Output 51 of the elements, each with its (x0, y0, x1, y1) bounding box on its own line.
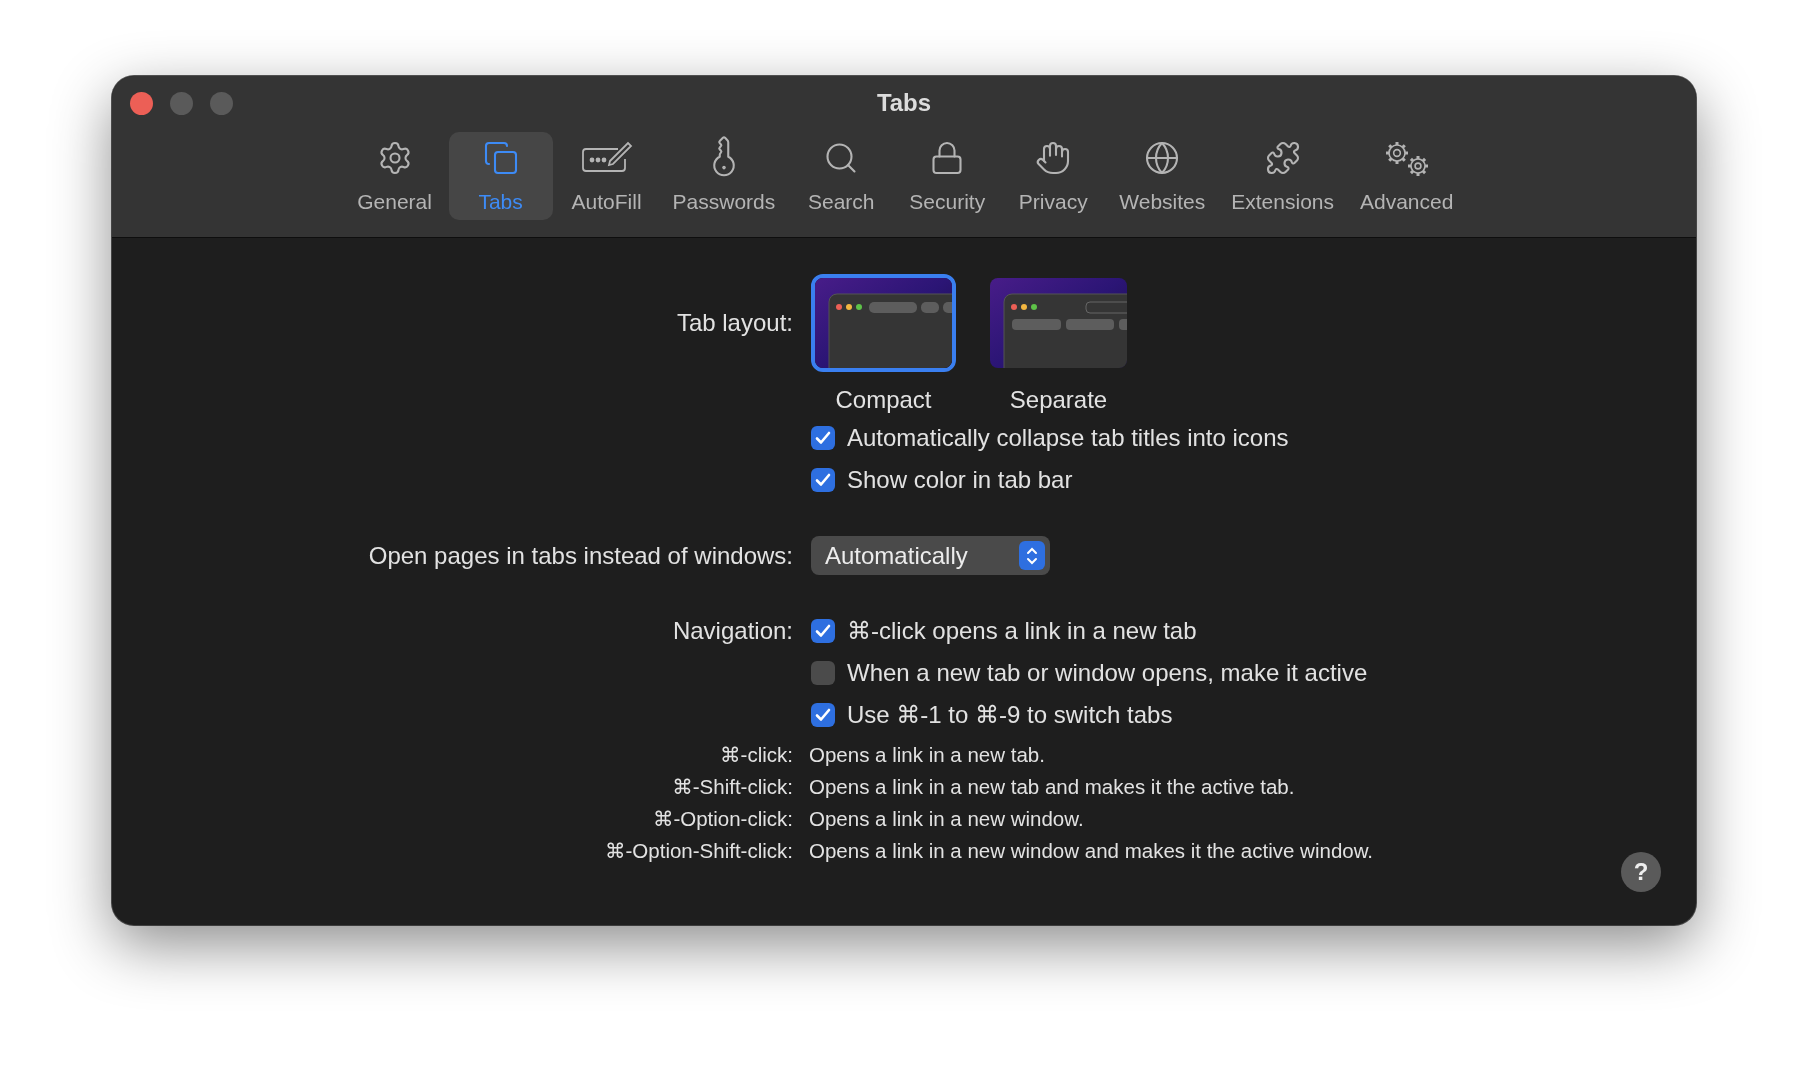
checkbox-option[interactable]: Automatically collapse tab titles into icons (811, 424, 1696, 452)
globe-icon (1144, 140, 1181, 176)
hand-icon (1035, 140, 1072, 176)
option-label: When a new tab or window opens, make it active (847, 659, 1368, 687)
help-button[interactable]: ? (1621, 852, 1661, 892)
layout-label: Separate (1009, 386, 1108, 414)
layout-label: Compact (835, 386, 932, 414)
checkbox[interactable] (811, 468, 835, 492)
checkbox-option[interactable]: When a new tab or window opens, make it active (811, 659, 1696, 687)
checkbox-option[interactable]: ⌘-click opens a link in a new tab (811, 617, 1696, 645)
stepper-icon (1019, 541, 1045, 570)
option-label: Show color in tab bar (847, 466, 1073, 494)
field-label: Navigation: (671, 617, 793, 645)
puzzle-icon (1264, 140, 1301, 176)
layout-preview[interactable] (811, 274, 956, 372)
option-label: Automatically collapse tab titles into icons (847, 424, 1289, 452)
shortcut-description: Opens a link in a new tab. (809, 743, 1046, 767)
toolbar-tab[interactable]: Websites (1107, 132, 1218, 220)
option-label: ⌘-click opens a link in a new tab (847, 617, 1197, 645)
checkbox[interactable] (811, 426, 835, 450)
toolbar-tab[interactable]: Security (895, 132, 1000, 220)
option-label: Use ⌘-1 to ⌘-9 to switch tabs (847, 701, 1173, 729)
checkbox-option[interactable]: Use ⌘-1 to ⌘-9 to switch tabs (811, 701, 1696, 729)
checkmark-icon (815, 708, 831, 722)
toolbar-tab[interactable]: Search (789, 132, 894, 220)
toolbar-tab[interactable]: General (342, 132, 447, 220)
popup-button[interactable]: Automatically (811, 536, 1050, 575)
checkmark-icon (815, 431, 831, 445)
checkmark-icon (815, 624, 831, 638)
tabs-icon (482, 140, 519, 176)
shortcut-key: ⌘-click: (112, 743, 793, 767)
shortcut-description: Opens a link in a new window and makes it the active window. (809, 839, 1375, 863)
toolbar-tab[interactable]: Passwords (660, 132, 788, 220)
checkbox[interactable] (811, 703, 835, 727)
checkbox-option[interactable]: Show color in tab bar (811, 466, 1696, 494)
shortcut-description: Opens a link in a new tab and makes it the active tab. (809, 775, 1296, 799)
toolbar-tab[interactable]: AutoFill (554, 132, 659, 220)
toolbar-tab[interactable]: Extensions (1219, 132, 1346, 220)
toolbar-tab[interactable]: Privacy (1001, 132, 1106, 220)
window-title: Tabs (876, 89, 932, 117)
field-label: Open pages in tabs instead of windows: (367, 541, 793, 570)
checkbox[interactable] (811, 619, 835, 643)
shortcut-key: ⌘-Option-Shift-click: (112, 839, 793, 863)
field-label: Tab layout: (675, 309, 793, 337)
close-button[interactable] (130, 92, 153, 115)
shortcut-key: ⌘-Shift-click: (112, 775, 793, 799)
checkbox[interactable] (811, 661, 835, 685)
shortcut-description: Opens a link in a new window. (809, 807, 1085, 831)
shortcut-key: ⌘-Option-click: (112, 807, 793, 831)
toolbar-tab[interactable]: Advanced (1348, 132, 1466, 220)
checkmark-icon (815, 473, 831, 487)
